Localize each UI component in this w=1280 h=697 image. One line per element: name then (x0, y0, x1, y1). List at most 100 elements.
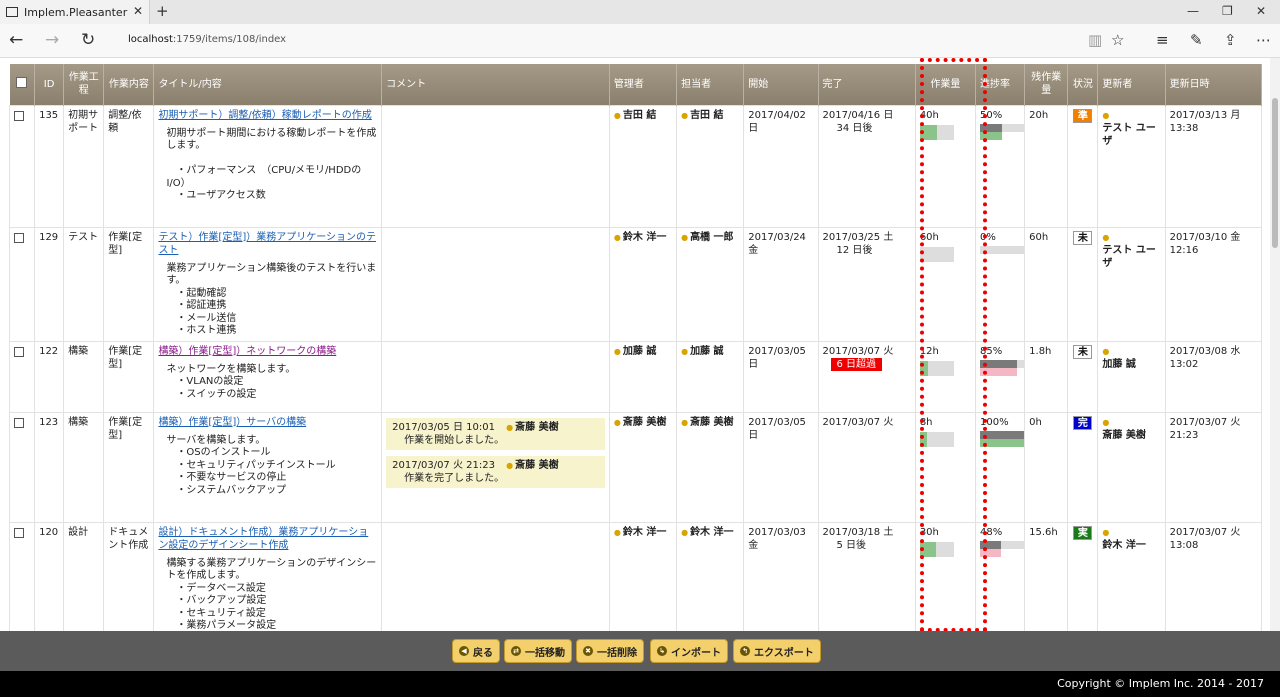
bulk-move-button[interactable]: ⇄ 一括移動 (504, 639, 572, 663)
updator-user[interactable]: ● テスト ユーザ (1102, 109, 1160, 148)
row-checkbox[interactable] (14, 110, 24, 121)
item-title-link[interactable]: 設計）ドキュメント作成）業務アプリケーション設定のデザインシート作成 (158, 526, 377, 552)
scroll-thumb[interactable] (1272, 98, 1278, 248)
manager-user[interactable]: ● 鈴木 洋一 (614, 526, 666, 539)
header-start[interactable]: 開始 (743, 64, 819, 105)
reading-view-icon[interactable]: ▥ (1088, 31, 1102, 49)
user-icon: ● (681, 346, 689, 356)
favorite-icon[interactable]: ☆ (1111, 31, 1124, 49)
item-title-link[interactable]: 構築）作業[定型]）ネットワークの構築 (158, 345, 377, 358)
updator-user[interactable]: ● 加藤 誠 (1102, 345, 1135, 371)
back-icon[interactable]: ← (9, 30, 23, 50)
header-owner[interactable]: 担当者 (676, 64, 745, 105)
header-work[interactable]: 作業量 (915, 64, 977, 105)
table-row[interactable]: 122 構築 作業[定型] 構築）作業[定型]）ネットワークの構築 ネットワーク… (8, 340, 1263, 413)
row-select[interactable] (8, 340, 36, 413)
bulk-delete-button[interactable]: ✖ 一括削除 (576, 639, 644, 663)
row-select[interactable] (8, 411, 36, 523)
owner-user[interactable]: ● 斎藤 美樹 (681, 416, 733, 429)
progress-bar-bottom (980, 254, 1024, 262)
work-bar-fill (919, 360, 929, 376)
web-note-icon[interactable]: ✎ (1190, 31, 1203, 49)
minimize-icon[interactable]: — (1187, 4, 1199, 18)
hub-icon[interactable]: ≡ (1156, 31, 1169, 49)
manager-user[interactable]: ● 鈴木 洋一 (614, 231, 666, 244)
row-checkbox[interactable] (14, 527, 24, 538)
cell-title: 構築）作業[定型]）サーバの構築 サーバを構築します。 ・OSのインストール ・… (153, 411, 383, 523)
table-row[interactable]: 129 テスト 作業[定型] テスト）作業[定型]）業務アプリケーションのテスト… (8, 226, 1263, 342)
progress-bar (980, 540, 1024, 557)
item-title-link[interactable]: テスト）作業[定型]）業務アプリケーションのテスト (158, 231, 377, 257)
updator-user[interactable]: ● 斎藤 美樹 (1102, 416, 1145, 442)
header-remain[interactable]: 残作業量 (1024, 64, 1069, 105)
trash-icon: ✖ (583, 646, 593, 656)
header-end[interactable]: 完了 (818, 64, 916, 105)
updator-user[interactable]: ● テスト ユーザ (1102, 231, 1160, 270)
header-select-all[interactable] (9, 64, 36, 105)
comment-user[interactable]: ● 斎藤 美樹 (506, 421, 558, 434)
url-field[interactable]: localhost:1759/items/108/index (128, 34, 286, 45)
import-icon: ↳ (657, 646, 667, 656)
refresh-icon[interactable]: ↻ (81, 30, 95, 50)
select-all-checkbox[interactable] (16, 76, 28, 88)
new-tab-icon[interactable]: + (156, 2, 169, 20)
user-icon: ● (681, 110, 689, 120)
header-progress[interactable]: 進捗率 (975, 64, 1026, 105)
work-bar-fill (919, 431, 927, 447)
owner-user[interactable]: ● 高橋 一郎 (681, 231, 733, 244)
header-title[interactable]: タイトル/内容 (153, 64, 383, 105)
close-tab-icon[interactable]: ✕ (133, 4, 143, 18)
import-button[interactable]: ↳ インポート (650, 639, 728, 663)
more-icon[interactable]: ⋯ (1256, 31, 1271, 49)
work-bar (919, 360, 954, 376)
header-comment[interactable]: コメント (381, 64, 610, 105)
header-content[interactable]: 作業内容 (103, 64, 155, 105)
progress-bar-bottom-fill (980, 131, 1002, 140)
progress-bar-top (980, 123, 1024, 132)
updator-user[interactable]: ● 鈴木 洋一 (1102, 526, 1145, 552)
forward-icon[interactable]: → (45, 30, 59, 50)
row-select[interactable] (8, 226, 36, 342)
row-select[interactable] (8, 521, 36, 631)
window-close-icon[interactable]: ✕ (1256, 4, 1266, 18)
table-row[interactable]: 120 設計 ドキュメント作成 設計）ドキュメント作成）業務アプリケーション設定… (8, 521, 1263, 631)
end-note-wrap: 5 日後 (823, 539, 911, 552)
header-status[interactable]: 状況 (1067, 64, 1099, 105)
remaining-days: 12 日後 (836, 244, 873, 256)
header-updated[interactable]: 更新日時 (1165, 64, 1263, 105)
back-button[interactable]: ◀ 戻る (452, 639, 500, 663)
comment-user[interactable]: ● 斎藤 美樹 (506, 459, 558, 472)
cell-title: 構築）作業[定型]）ネットワークの構築 ネットワークを構築します。 ・VLANの… (153, 340, 383, 413)
table-row[interactable]: 123 構築 作業[定型] 構築）作業[定型]）サーバの構築 サーバを構築します… (8, 411, 1263, 523)
manager-user[interactable]: ● 斎藤 美樹 (614, 416, 666, 429)
user-icon: ● (681, 232, 689, 242)
owner-user[interactable]: ● 加藤 誠 (681, 345, 723, 358)
end-note-wrap: 12 日後 (823, 244, 911, 257)
owner-user[interactable]: ● 吉田 結 (681, 109, 723, 122)
table-row[interactable]: 135 初期サポート 調整/依頼 初期サポート）調整/依頼）稼動レポートの作成 … (8, 104, 1263, 228)
row-checkbox[interactable] (14, 232, 24, 243)
browser-tab[interactable]: Implem.Pleasanter ✕ (0, 0, 150, 24)
row-checkbox[interactable] (14, 417, 24, 428)
cell-process: 構築 (63, 340, 105, 413)
back-arrow-icon: ◀ (459, 646, 469, 656)
owner-user[interactable]: ● 鈴木 洋一 (681, 526, 733, 539)
manager-user[interactable]: ● 加藤 誠 (614, 345, 656, 358)
export-button[interactable]: ↰ エクスポート (733, 639, 821, 663)
header-updator[interactable]: 更新者 (1097, 64, 1166, 105)
header-id[interactable]: ID (34, 64, 65, 105)
item-title-link[interactable]: 初期サポート）調整/依頼）稼動レポートの作成 (158, 109, 377, 122)
restore-icon[interactable]: ❐ (1222, 4, 1233, 18)
main-content: ID 作業工程 作業内容 タイトル/内容 コメント 管理者 担当者 開始 完了 … (0, 58, 1270, 631)
row-checkbox[interactable] (14, 346, 24, 357)
vertical-scrollbar[interactable] (1270, 58, 1280, 631)
header-process[interactable]: 作業工程 (63, 64, 105, 105)
share-icon[interactable]: ⇪ (1224, 31, 1237, 49)
cell-work: 30h (914, 521, 977, 631)
manager-user[interactable]: ● 吉田 結 (614, 109, 656, 122)
item-title-link[interactable]: 構築）作業[定型]）サーバの構築 (158, 416, 377, 429)
cell-updator: ● テスト ユーザ (1097, 226, 1166, 342)
row-select[interactable] (8, 104, 36, 228)
status-badge: 未 (1073, 230, 1093, 245)
header-manager[interactable]: 管理者 (609, 64, 678, 105)
